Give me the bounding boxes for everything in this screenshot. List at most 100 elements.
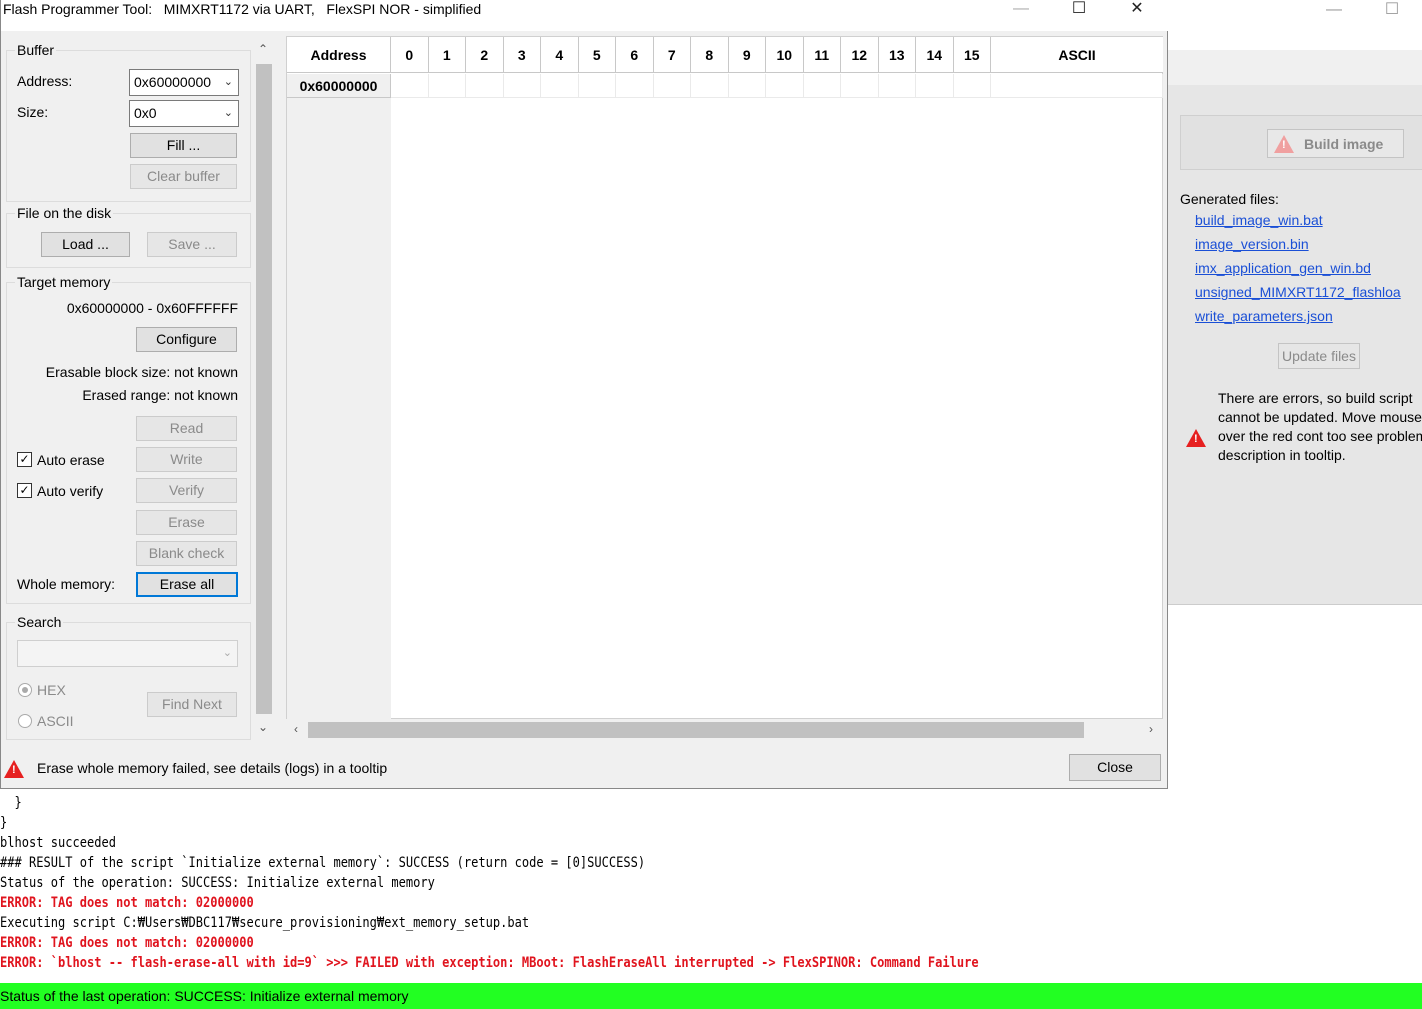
chevron-right-icon[interactable]: ›: [1141, 722, 1161, 736]
log-line: }: [0, 815, 8, 831]
byte-column-header: 3: [504, 37, 541, 73]
byte-column-header: 15: [954, 37, 991, 73]
hex-radio[interactable]: [18, 683, 32, 697]
build-errors-message: There are errors, so build script cannot…: [1218, 390, 1422, 463]
close-button[interactable]: Close: [1069, 754, 1161, 781]
verify-button[interactable]: Verify: [136, 478, 237, 503]
byte-cell[interactable]: [691, 74, 729, 98]
dialog-title: Flash Programmer Tool: MIMXRT1172 via UA…: [3, 1, 482, 17]
byte-cell[interactable]: [878, 74, 916, 98]
ascii-radio[interactable]: [18, 714, 32, 728]
byte-cell[interactable]: [653, 74, 691, 98]
byte-cell[interactable]: [541, 74, 579, 98]
close-icon[interactable]: ✕: [1114, 0, 1160, 20]
minimize-icon[interactable]: —: [998, 0, 1044, 20]
log-line: ### RESULT of the script `Initialize ext…: [0, 855, 646, 871]
target-memory-group-label: Target memory: [15, 274, 113, 290]
byte-cell[interactable]: [578, 74, 616, 98]
flash-programmer-dialog: Flash Programmer Tool: MIMXRT1172 via UA…: [0, 0, 1168, 789]
build-image-button[interactable]: ! Build image: [1267, 129, 1404, 158]
byte-cell[interactable]: [391, 74, 429, 98]
size-combo[interactable]: 0x0 ⌄: [129, 100, 239, 127]
main-app-toolbar-strip: [1168, 50, 1422, 85]
search-combo[interactable]: ⌄: [17, 640, 238, 667]
log-error-line: ERROR: `blhost -- flash-erase-all with i…: [0, 955, 979, 971]
ascii-cell[interactable]: [991, 74, 1163, 98]
byte-cell[interactable]: [841, 74, 879, 98]
grid-horizontal-scrollbar[interactable]: ‹ ›: [286, 720, 1163, 740]
generated-file-link[interactable]: unsigned_MIMXRT1172_flashloa: [1195, 284, 1401, 300]
erased-range-text: Erased range: not known: [82, 387, 238, 403]
log-line: Status of the operation: SUCCESS: Initia…: [0, 875, 435, 891]
generated-file-link[interactable]: imx_application_gen_win.bd: [1195, 260, 1371, 276]
update-files-button[interactable]: Update files: [1278, 343, 1360, 369]
byte-cell[interactable]: [428, 74, 466, 98]
auto-erase-label: Auto erase: [37, 452, 105, 468]
generated-file-link[interactable]: image_version.bin: [1195, 236, 1309, 252]
chevron-down-icon[interactable]: ⌄: [224, 101, 233, 126]
chevron-down-icon[interactable]: ⌄: [224, 70, 233, 95]
byte-column-header: 7: [654, 37, 691, 73]
byte-cell[interactable]: [803, 74, 841, 98]
ascii-label: ASCII: [37, 713, 74, 729]
byte-column-header: 4: [541, 37, 579, 73]
maximize-icon[interactable]: ☐: [1372, 0, 1412, 22]
search-group-label: Search: [15, 614, 64, 630]
byte-cell[interactable]: [503, 74, 541, 98]
byte-column-header: 13: [879, 37, 916, 73]
address-label: Address:: [17, 73, 73, 89]
clear-buffer-button[interactable]: Clear buffer: [130, 164, 237, 189]
byte-cell[interactable]: [616, 74, 654, 98]
status-bar: Status of the last operation: SUCCESS: I…: [0, 983, 1422, 1009]
auto-verify-label: Auto verify: [37, 483, 104, 499]
configure-button[interactable]: Configure: [136, 327, 237, 352]
scrollbar-thumb[interactable]: [256, 64, 272, 714]
load-button[interactable]: Load ...: [41, 232, 130, 257]
log-console: } } blhost succeeded ### RESULT of the s…: [0, 788, 1422, 978]
main-app-titlebar: — ☐: [1168, 0, 1422, 30]
byte-cell[interactable]: [728, 74, 766, 98]
scrollbar-thumb[interactable]: [308, 722, 1084, 738]
generated-file-link[interactable]: write_parameters.json: [1195, 308, 1333, 324]
address-combo[interactable]: 0x60000000 ⌄: [129, 69, 239, 96]
byte-cell[interactable]: [466, 74, 504, 98]
find-next-button[interactable]: Find Next: [147, 692, 237, 717]
chevron-down-icon[interactable]: ⌄: [223, 641, 232, 666]
file-group-label: File on the disk: [15, 205, 114, 221]
memory-range-text: 0x60000000 - 0x60FFFFFF: [66, 300, 238, 316]
read-button[interactable]: Read: [136, 416, 237, 441]
byte-column-header: 0: [391, 37, 429, 73]
log-error-line: ERROR: TAG does not match: 02000000: [0, 895, 254, 911]
chevron-up-icon[interactable]: ⌃: [253, 42, 273, 56]
build-panel: ! Build image Generated files: build_ima…: [1168, 85, 1422, 605]
size-value: 0x0: [134, 105, 157, 121]
address-value: 0x60000000: [134, 74, 212, 90]
byte-cell[interactable]: [916, 74, 954, 98]
chevron-left-icon[interactable]: ‹: [286, 722, 306, 736]
blank-check-button[interactable]: Blank check: [136, 541, 237, 566]
erase-all-button[interactable]: Erase all: [136, 572, 238, 597]
auto-verify-checkbox[interactable]: ✓: [17, 483, 32, 498]
generated-file-link[interactable]: build_image_win.bat: [1195, 212, 1323, 228]
byte-column-header: 2: [466, 37, 504, 73]
minimize-icon[interactable]: —: [1314, 0, 1354, 22]
left-panel-scrollbar[interactable]: ⌃ ⌄: [253, 40, 273, 740]
buffer-group-label: Buffer: [15, 42, 57, 58]
maximize-icon[interactable]: ☐: [1056, 0, 1102, 20]
dialog-titlebar: Flash Programmer Tool: MIMXRT1172 via UA…: [1, 0, 1168, 31]
byte-cell[interactable]: [953, 74, 991, 98]
write-button[interactable]: Write: [136, 447, 237, 472]
address-column-header: Address: [287, 37, 391, 73]
ascii-column-header: ASCII: [1058, 47, 1096, 63]
erase-button[interactable]: Erase: [136, 510, 237, 535]
byte-cell[interactable]: [766, 74, 804, 98]
fill-button[interactable]: Fill ...: [130, 133, 237, 158]
row-address-cell[interactable]: 0x60000000: [287, 74, 391, 98]
memory-grid[interactable]: Address 0 1 2 3 4 5 6 7 8 9 10 11 12 13 14 15 ASCII 0x6…: [286, 36, 1163, 719]
byte-column-header: 6: [616, 37, 654, 73]
status-message: Erase whole memory failed, see details (…: [37, 760, 388, 776]
erasable-block-size-text: Erasable block size: not known: [45, 364, 238, 380]
chevron-down-icon[interactable]: ⌄: [253, 720, 273, 734]
auto-erase-checkbox[interactable]: ✓: [17, 452, 32, 467]
save-button[interactable]: Save ...: [147, 232, 237, 257]
